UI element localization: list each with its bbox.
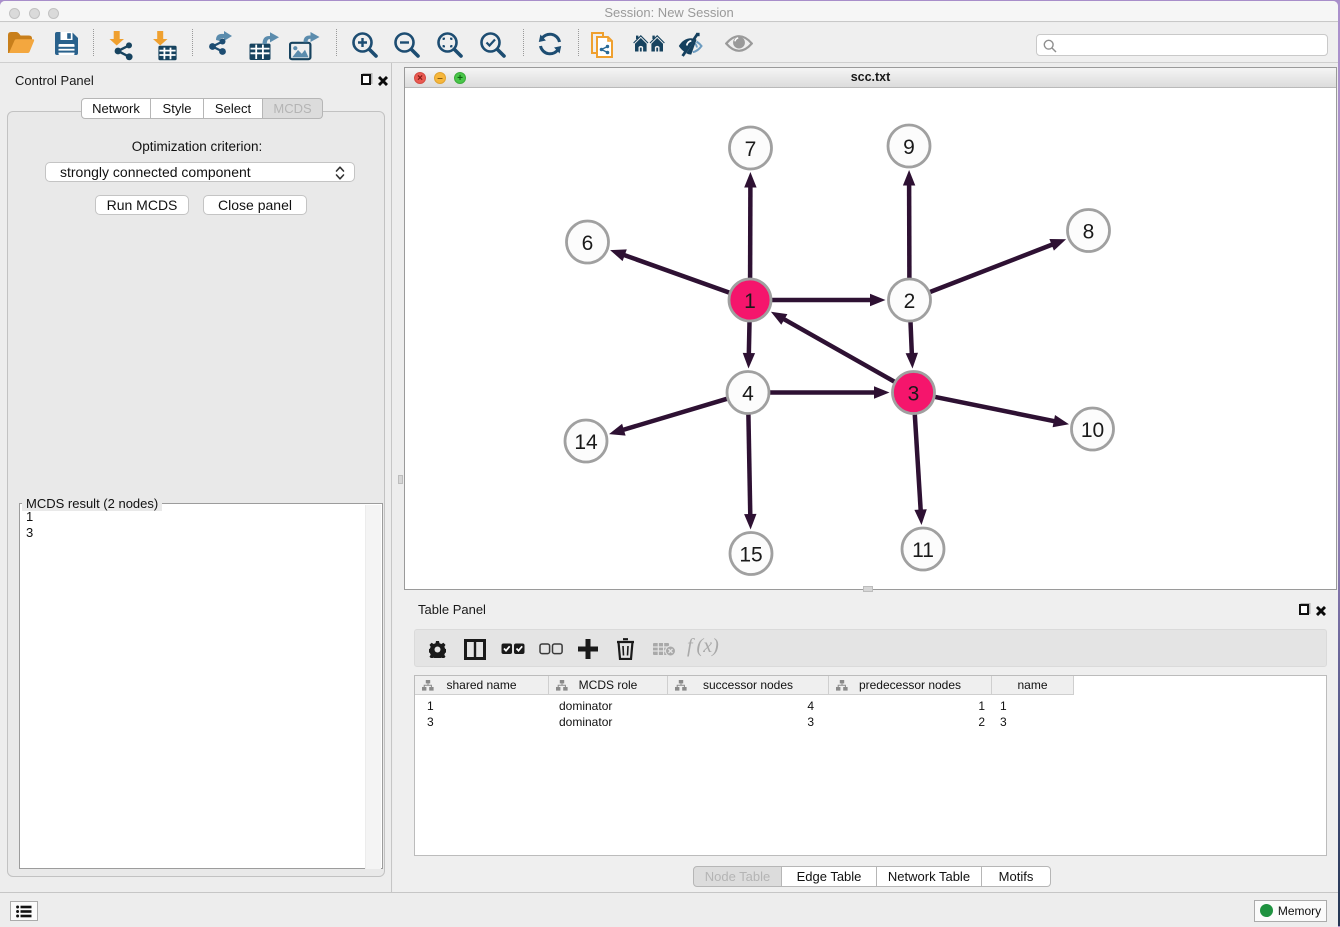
svg-text:7: 7 (745, 138, 757, 161)
svg-text:1: 1 (744, 290, 756, 313)
svg-text:2: 2 (904, 290, 916, 313)
svg-text:9: 9 (903, 136, 915, 159)
svg-text:8: 8 (1083, 220, 1095, 243)
svg-text:10: 10 (1081, 419, 1104, 442)
svg-text:11: 11 (912, 539, 934, 562)
svg-text:3: 3 (908, 382, 920, 405)
svg-text:14: 14 (574, 431, 598, 454)
svg-text:15: 15 (739, 543, 762, 566)
svg-text:4: 4 (742, 382, 754, 405)
svg-text:6: 6 (582, 232, 594, 255)
